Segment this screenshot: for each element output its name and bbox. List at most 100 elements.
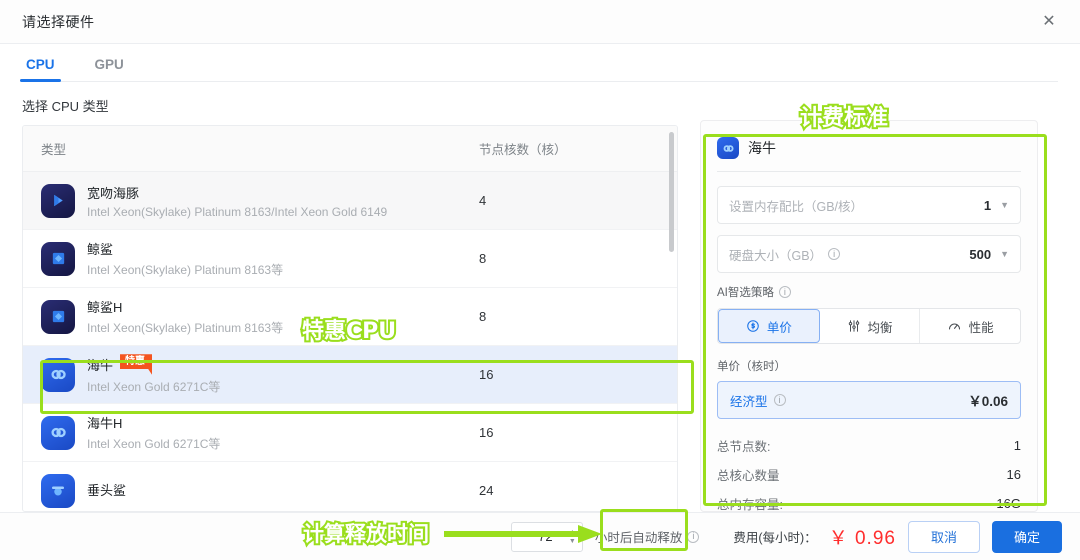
row-type-cell: 垂头鲨 [41,473,479,508]
row-name-wrap: 海牛 特惠 Intel Xeon Gold 6271C等 [87,354,220,395]
row-name: 鲸鲨 [87,242,114,257]
section-title: 选择 CPU 类型 [22,99,109,114]
disk-size-value: 500 [969,246,992,262]
row-type-cell: 鲸鲨H Intel Xeon(Skylake) Platinum 8163等 [41,297,479,336]
panel-title: 海牛 [748,140,776,156]
cost-value: ￥ 0.96 [828,528,896,549]
info-icon[interactable]: i [687,530,700,543]
row-name-wrap: 海牛H Intel Xeon Gold 6271C等 [87,413,220,452]
strategy-option-price[interactable]: 单价 [718,309,820,343]
stat-total-cores-value: 16 [1006,467,1021,482]
manatee-icon [41,357,75,392]
release-hours-stepper[interactable]: 72 ▲ ▼ [510,521,583,552]
row-cores: 8 [479,251,487,266]
tab-gpu[interactable]: GPU [91,57,128,81]
info-icon[interactable]: i [778,286,791,298]
memory-ratio-value: 1 [983,197,992,213]
whaleshark-icon [41,299,75,334]
row-name-line: 垂头鲨 [87,480,126,499]
memory-ratio-select[interactable]: 设置内存配比（GB/核） 1 ▼ [717,186,1021,224]
stat-total-memory: 总内存容量: 16G [717,489,1021,518]
stepper-down-icon[interactable]: ▼ [569,538,576,545]
close-icon[interactable]: ✕ [1036,9,1062,35]
dialog-footer: 72 ▲ ▼ 小时后自动释放 i 费用(每小时)： ￥ 0.96 取消 确定 [0,512,1080,560]
row-cores: 8 [479,309,487,324]
table-header-type: 类型 [41,143,67,157]
stat-total-cores-label: 总核心数量 [717,469,780,483]
dialog-body: 选择 CPU 类型 类型 节点核数（核） 宽吻海豚 Intel Xeon(Sky… [0,82,1080,512]
gauge-icon [948,323,960,330]
release-text-wrap: 小时后自动释放 i [595,527,700,546]
row-type-cell: 海牛 特惠 Intel Xeon Gold 6271C等 [41,354,479,395]
chevron-down-icon: ▼ [1000,200,1009,210]
confirm-button[interactable]: 确定 [991,520,1062,553]
row-cores: 4 [479,193,487,208]
info-icon[interactable]: i [828,248,841,260]
panel-divider [717,171,1021,172]
row-name-line: 宽吻海豚 [87,183,387,202]
cancel-button[interactable]: 取消 [907,520,980,553]
row-cores: 16 [479,425,494,440]
row-cores: 24 [479,483,494,498]
row-type-cell: 海牛H Intel Xeon Gold 6271C等 [41,413,479,452]
row-type-cell: 鲸鲨 Intel Xeon(Skylake) Platinum 8163等 [41,239,479,278]
strategy-option-price-label: 单价 [766,320,792,335]
stepper-up-icon[interactable]: ▲ [569,529,576,536]
strategy-option-performance[interactable]: 性能 [920,309,1020,343]
manatee-icon [717,137,739,159]
row-subtitle: Intel Xeon(Skylake) Platinum 8163等 [87,263,284,277]
table-row[interactable]: 鲸鲨H Intel Xeon(Skylake) Platinum 8163等 8 [23,288,677,346]
dialog-titlebar: 请选择硬件 ✕ [0,0,1080,44]
table-row-selected[interactable]: 海牛 特惠 Intel Xeon Gold 6271C等 16 [23,346,677,404]
row-name-wrap: 宽吻海豚 Intel Xeon(Skylake) Platinum 8163/I… [87,183,387,219]
table-header-cores: 节点核数（核） [479,143,567,157]
tab-bar: CPU GPU [20,44,1058,82]
table-row[interactable]: 鲸鲨 Intel Xeon(Skylake) Platinum 8163等 8 [23,230,677,288]
row-subtitle: Intel Xeon(Skylake) Platinum 8163等 [87,321,284,335]
economy-plan-name-wrap: 经济型 i [730,391,786,410]
info-icon[interactable]: i [773,394,786,406]
table-header-row: 类型 节点核数（核） [23,126,677,172]
table-scrollbar-thumb[interactable] [669,132,674,252]
stat-total-nodes-label: 总节点数: [717,440,771,454]
strategy-option-balanced[interactable]: 均衡 [820,309,921,343]
row-name-wrap: 垂头鲨 [87,480,126,502]
strategy-label: AI智选策略 [717,287,774,299]
billing-panel: 海牛 设置内存配比（GB/核） 1 ▼ 硬盘大小（GB） i 500 ▼ AI智… [700,120,1038,512]
strategy-label-row: AI智选策略 i [717,284,1021,300]
row-cores: 16 [479,367,494,382]
dolphin-icon [41,183,75,218]
table-row[interactable]: 海牛H Intel Xeon Gold 6271C等 16 [23,404,677,462]
row-type-cell: 宽吻海豚 Intel Xeon(Skylake) Platinum 8163/I… [41,183,479,219]
row-name: 宽吻海豚 [87,185,140,201]
cpu-type-section: 选择 CPU 类型 类型 节点核数（核） 宽吻海豚 Intel Xeon(Sky… [22,96,678,512]
row-name-line: 鲸鲨 [87,239,283,258]
cost-label: 费用(每小时)： [733,531,817,545]
row-subtitle: Intel Xeon Gold 6271C等 [87,379,221,394]
unit-price-option-economy[interactable]: 经济型 i ￥0.06 [717,381,1021,419]
strategy-segmented-control: 单价 均衡 性能 [717,308,1021,344]
row-name-line: 海牛H [87,413,220,432]
stat-total-memory-value: 16G [996,496,1021,511]
stat-total-nodes: 总节点数: 1 [717,431,1021,460]
release-text: 小时后自动释放 [594,531,683,545]
billing-panel-column: 海牛 设置内存配比（GB/核） 1 ▼ 硬盘大小（GB） i 500 ▼ AI智… [700,96,1038,512]
chevron-down-icon: ▼ [1000,249,1009,259]
manatee-icon [41,415,75,450]
hardware-select-dialog: 请选择硬件 ✕ CPU GPU 选择 CPU 类型 类型 节点核数（核） 宽吻海… [0,0,1080,560]
tab-cpu[interactable]: CPU [20,57,61,82]
release-hours-value[interactable]: 72 [522,529,569,544]
row-name: 鲸鲨H [87,300,123,315]
disk-size-label-text: 硬盘大小（GB） [729,248,823,263]
table-row[interactable]: 宽吻海豚 Intel Xeon(Skylake) Platinum 8163/I… [23,172,677,230]
table-row[interactable]: 垂头鲨 24 [23,462,677,511]
row-name-wrap: 鲸鲨 Intel Xeon(Skylake) Platinum 8163等 [87,239,283,278]
stepper-arrows[interactable]: ▲ ▼ [569,529,576,545]
dialog-title: 请选择硬件 [22,13,95,30]
row-name-line: 海牛 特惠 [87,354,220,375]
disk-size-select[interactable]: 硬盘大小（GB） i 500 ▼ [717,235,1021,273]
economy-plan-name: 经济型 [730,394,768,409]
discount-badge: 特惠 [120,354,153,375]
unit-price-label: 单价（核时） [717,361,786,373]
dollar-circle-icon [747,320,759,332]
